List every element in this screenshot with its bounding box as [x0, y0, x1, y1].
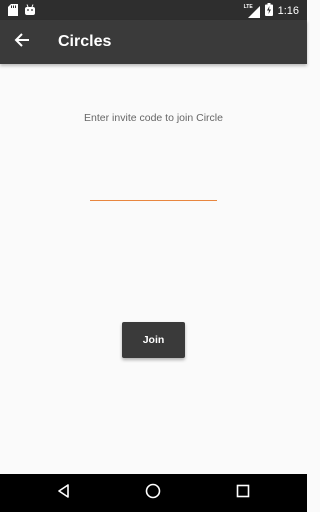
- nav-home-button[interactable]: [143, 483, 163, 503]
- status-time: 1:16: [277, 5, 299, 17]
- status-notifications: [8, 3, 36, 21]
- back-arrow-icon: [14, 32, 30, 53]
- invite-code-input[interactable]: [90, 184, 217, 201]
- page-title: Circles: [58, 33, 112, 50]
- status-system: LTE 1:16: [244, 3, 299, 19]
- invite-prompt-text: Enter invite code to join Circle: [84, 112, 223, 124]
- lte-signal-icon: LTE: [244, 4, 260, 18]
- recents-square-icon: [236, 484, 250, 503]
- nav-recents-button[interactable]: [233, 483, 253, 503]
- navigation-bar: [0, 474, 307, 512]
- screen: LTE 1:16 Circles Enter invite code to jo…: [0, 0, 307, 512]
- sd-card-icon: [8, 3, 18, 21]
- nav-back-button[interactable]: [54, 483, 74, 503]
- back-button[interactable]: [10, 30, 34, 54]
- android-icon: [24, 3, 36, 21]
- app-bar: Circles: [0, 20, 307, 64]
- back-triangle-icon: [57, 483, 71, 503]
- home-circle-icon: [145, 483, 161, 504]
- battery-charging-icon: [264, 3, 273, 19]
- join-button[interactable]: Join: [122, 322, 185, 358]
- status-bar: LTE 1:16: [0, 0, 307, 20]
